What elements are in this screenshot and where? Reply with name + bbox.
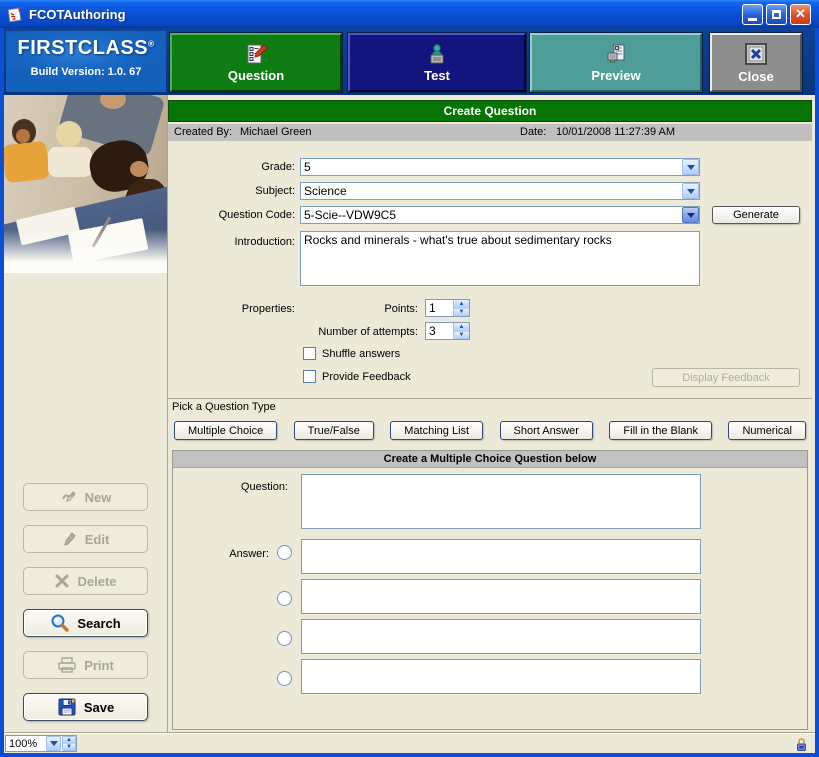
spinner-arrows-icon[interactable]: ▲▼ xyxy=(453,323,469,339)
save-button[interactable]: Save xyxy=(23,693,148,721)
nav-close-button[interactable]: Close xyxy=(710,33,802,92)
boxed-x-icon xyxy=(743,41,769,67)
close-window-button[interactable]: ✕ xyxy=(790,4,811,25)
mc-panel-title: Create a Multiple Choice Question below xyxy=(173,451,807,468)
sidebar: New Edit Delete Search xyxy=(4,95,168,733)
properties-label: Properties: xyxy=(168,303,295,315)
type-true-false-button[interactable]: True/False xyxy=(294,421,374,440)
maximize-icon xyxy=(772,10,781,19)
provide-feedback-checkbox[interactable] xyxy=(303,370,316,383)
attempts-label: Number of attempts: xyxy=(258,326,418,338)
type-short-answer-button[interactable]: Short Answer xyxy=(500,421,593,440)
new-button: New xyxy=(23,483,148,511)
spinner-arrows-icon[interactable]: ▲▼ xyxy=(453,300,469,316)
question-type-buttons: Multiple Choice True/False Matching List… xyxy=(174,421,806,441)
app-icon xyxy=(6,6,23,23)
delete-button: Delete xyxy=(23,567,148,595)
zoom-control[interactable]: 100% ▲▼ xyxy=(5,735,77,752)
type-matching-list-button[interactable]: Matching List xyxy=(390,421,483,440)
title-bar: FCOTAuthoring ✕ xyxy=(0,0,819,28)
spinner-arrows-icon[interactable]: ▲▼ xyxy=(62,736,76,751)
section-divider xyxy=(168,398,812,399)
floppy-disk-icon xyxy=(57,697,77,717)
introduction-textarea[interactable]: Rocks and minerals - what's true about s… xyxy=(300,231,700,286)
type-fill-blank-button[interactable]: Fill in the Blank xyxy=(609,421,712,440)
chevron-down-icon[interactable] xyxy=(682,159,699,175)
shuffle-answers-checkbox[interactable] xyxy=(303,347,316,360)
page-title: Create Question xyxy=(168,100,812,122)
subject-select[interactable]: Science xyxy=(300,182,700,200)
shuffle-answers-label: Shuffle answers xyxy=(322,348,442,360)
answer-label: Answer: xyxy=(203,548,269,560)
grade-label: Grade: xyxy=(168,161,295,173)
type-numerical-button[interactable]: Numerical xyxy=(728,421,806,440)
attempts-stepper[interactable]: 3 ▲▼ xyxy=(425,322,470,340)
introduction-label: Introduction: xyxy=(168,236,295,248)
brand-logo: FIRSTCLASS® xyxy=(6,37,166,60)
answer-radio-2[interactable] xyxy=(277,591,292,606)
window-controls: ✕ xyxy=(742,4,813,25)
multiple-choice-panel: Create a Multiple Choice Question below … xyxy=(172,450,808,730)
question-code-label: Question Code: xyxy=(168,209,295,221)
type-multiple-choice-button[interactable]: Multiple Choice xyxy=(174,421,277,440)
build-version: Build Version: 1.0. 67 xyxy=(6,66,166,78)
display-feedback-button: Display Feedback xyxy=(652,368,800,387)
points-label: Points: xyxy=(300,303,418,315)
header-band: FIRSTCLASS® Build Version: 1.0. 67 Quest… xyxy=(4,28,815,95)
grade-select[interactable]: 5 xyxy=(300,158,700,176)
magnifier-icon xyxy=(50,613,70,633)
question-textarea[interactable] xyxy=(301,474,701,529)
minimize-icon xyxy=(748,18,757,21)
points-stepper[interactable]: 1 ▲▼ xyxy=(425,299,470,317)
chevron-down-icon[interactable] xyxy=(46,736,61,751)
person-monitor-icon xyxy=(425,42,449,66)
answer-radio-3[interactable] xyxy=(277,631,292,646)
answer-input-3[interactable] xyxy=(301,619,701,654)
zoom-level: 100% xyxy=(6,738,46,750)
answer-input-1[interactable] xyxy=(301,539,701,574)
x-icon xyxy=(54,573,70,589)
nav-test-button[interactable]: Test xyxy=(348,33,526,92)
answer-input-4[interactable] xyxy=(301,659,701,694)
generate-button[interactable]: Generate xyxy=(712,206,800,224)
chevron-down-icon[interactable] xyxy=(682,207,699,223)
status-bar: 100% ▲▼ xyxy=(4,733,815,753)
answer-radio-4[interactable] xyxy=(277,671,292,686)
window-title: FCOTAuthoring xyxy=(29,7,126,22)
nav-preview-button[interactable]: Preview xyxy=(530,33,702,92)
maximize-button[interactable] xyxy=(766,4,787,25)
padlock-icon xyxy=(795,737,808,752)
subject-label: Subject: xyxy=(168,185,295,197)
classroom-photo xyxy=(4,95,167,273)
question-label: Question: xyxy=(203,481,288,493)
provide-feedback-label: Provide Feedback xyxy=(322,371,442,383)
pencil-icon xyxy=(62,531,78,547)
search-button[interactable]: Search xyxy=(23,609,148,637)
brand-logo-panel: FIRSTCLASS® Build Version: 1.0. 67 xyxy=(6,31,166,92)
created-by-label: Created By: xyxy=(174,126,232,138)
meta-bar: Created By: Michael Green Date: 10/01/20… xyxy=(168,124,812,141)
checklist-pencil-icon xyxy=(244,42,268,66)
date-value: 10/01/2008 11:27:39 AM xyxy=(556,126,675,138)
app-window: FCOTAuthoring ✕ FIRSTCLASS® Build Versio… xyxy=(0,0,819,757)
printer-icon xyxy=(57,656,77,674)
scribble-pencil-icon xyxy=(60,489,78,505)
main-panel: Create Question Created By: Michael Gree… xyxy=(168,95,815,733)
created-by-value: Michael Green xyxy=(240,126,312,138)
answer-input-2[interactable] xyxy=(301,579,701,614)
nav-question-button[interactable]: Question xyxy=(170,33,342,92)
question-type-section-label: Pick a Question Type xyxy=(172,401,276,413)
edit-button: Edit xyxy=(23,525,148,553)
page-monitor-icon xyxy=(604,42,628,66)
question-code-select[interactable]: 5-Scie--VDW9C5 xyxy=(300,206,700,224)
minimize-button[interactable] xyxy=(742,4,763,25)
print-button: Print xyxy=(23,651,148,679)
answer-radio-1[interactable] xyxy=(277,545,292,560)
chevron-down-icon[interactable] xyxy=(682,183,699,199)
date-label: Date: xyxy=(520,126,546,138)
